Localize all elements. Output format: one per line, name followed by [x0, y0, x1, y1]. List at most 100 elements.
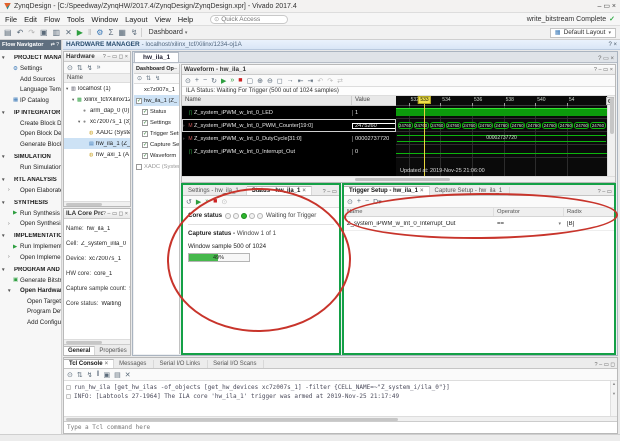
hardware-tree-item[interactable]: ◍ XADC (Syste	[64, 127, 130, 138]
toolbar-icon[interactable]: ■	[238, 77, 242, 84]
toolbar-icon[interactable]: ▤	[4, 28, 12, 37]
toolbar-icon[interactable]: ⇄	[337, 77, 343, 85]
panel-tab[interactable]: Serial I/O Links	[154, 360, 209, 368]
toolbar-icon[interactable]: ✕	[125, 371, 131, 379]
flow-nav-item[interactable]: ▾ SYNTHESIS	[0, 198, 61, 209]
column-radix[interactable]: Radix	[564, 208, 620, 216]
panel-tab[interactable]: Messages	[114, 360, 155, 368]
hardware-tree-item[interactable]: ◍ hw_axi_1 (A	[64, 149, 130, 160]
menu-item[interactable]: File	[5, 15, 17, 24]
toolbar-icon[interactable]: ▤	[114, 371, 121, 379]
dashboard-option-item[interactable]: ✓ hw_ila_1 (Z_	[134, 95, 179, 106]
horizontal-scrollbar[interactable]	[64, 339, 130, 344]
column-name[interactable]: Name	[344, 208, 494, 216]
flow-nav-item[interactable]: ▾ Open Hardware Manager	[0, 286, 61, 297]
toolbar-icon[interactable]: ⊙	[185, 77, 191, 85]
toolbar-icon[interactable]: ↶	[317, 77, 323, 85]
panel-tab[interactable]: Settings - hw_ila_1	[183, 187, 247, 195]
flow-nav-item[interactable]: Create Block Design	[0, 118, 61, 129]
flow-nav-item[interactable]: Add Configuration Memory Device	[0, 317, 61, 328]
toolbar-icon[interactable]: ⊙	[347, 198, 353, 206]
close-icon[interactable]: ×	[302, 188, 306, 194]
toolbar-icon[interactable]: ▦	[118, 28, 126, 37]
panel-controls[interactable]: ? – ▭ ◻ ×	[103, 211, 128, 217]
vertical-scrollbar[interactable]: ⚙	[606, 96, 615, 176]
panel-header-icons[interactable]: ⇄ ?	[51, 42, 59, 48]
panel-controls[interactable]: ? – ▭ ×	[594, 67, 613, 73]
flow-nav-item[interactable]: ▣ Generate Bitstream	[0, 275, 61, 286]
panel-tab[interactable]: Tcl Console ×	[64, 359, 115, 368]
toolbar-icon[interactable]: +	[195, 77, 199, 84]
flow-nav-item[interactable]: ▾ IP INTEGRATOR	[0, 108, 61, 119]
toolbar-icon[interactable]: ↷	[28, 28, 35, 37]
toolbar-icon[interactable]: ✕	[65, 28, 72, 37]
toolbar-icon[interactable]: ↶	[17, 28, 24, 37]
flow-nav-item[interactable]: ▶ Run Synthesis	[0, 208, 61, 219]
horizontal-scrollbar[interactable]	[64, 416, 617, 421]
toolbar-icon[interactable]: ↷	[327, 77, 333, 85]
toolbar-icon[interactable]: »	[230, 77, 234, 84]
toolbar-icon[interactable]: ⊙	[67, 64, 73, 72]
value-column-header[interactable]: Value	[352, 96, 396, 105]
quick-access-input[interactable]	[221, 15, 282, 23]
toolbar-icon[interactable]: ■	[213, 198, 217, 205]
toolbar-icon[interactable]: ▣	[104, 371, 111, 379]
checkbox[interactable]: ✓	[142, 108, 148, 115]
hardware-tree-item[interactable]: ▤ hw_ila_1 (Z_	[64, 138, 130, 149]
hardware-tree-item[interactable]: ▾ ● xc7z007s_1 (3)	[64, 116, 130, 127]
checkbox[interactable]	[136, 163, 142, 170]
menu-item[interactable]: Layout	[125, 15, 148, 24]
toolbar-icon[interactable]: ⚙	[96, 28, 103, 37]
tcl-command-input[interactable]	[67, 424, 614, 431]
menu-item[interactable]: Help	[178, 15, 193, 24]
flow-nav-item[interactable]: Open Block Design	[0, 129, 61, 140]
banner-controls[interactable]: ? ×	[608, 42, 617, 48]
close-icon[interactable]: ×	[105, 361, 109, 367]
dashboard-option-item[interactable]: XADC (System Monitor)	[134, 161, 179, 172]
toolbar-icon[interactable]: ↯	[155, 75, 160, 82]
flow-nav-item[interactable]: ▾ PROGRAM AND DEBUG	[0, 265, 61, 276]
toolbar-icon[interactable]: ◻	[277, 77, 283, 85]
toolbar-icon[interactable]: ↯	[131, 28, 138, 37]
hardware-tree-item[interactable]: ▾ ▩ xilinx_tcf/Xilinx/12...	[64, 94, 130, 105]
waveform-plot[interactable]: 532 534 536 538 540 54 24760 24760 24760 24760 24…	[396, 96, 607, 176]
menu-item[interactable]: Window	[91, 15, 118, 24]
toolbar-icon[interactable]: ‖	[88, 28, 91, 37]
flow-nav-item[interactable]: ▶ Run Implementation	[0, 242, 61, 253]
signal-row[interactable]: › M Z_system_iPWM_w_Int_0_PWM_Counter[19…	[182, 119, 396, 132]
toolbar-icon[interactable]: ▶	[77, 28, 83, 37]
radix-select[interactable]: [B] ▾	[564, 221, 620, 227]
checkbox[interactable]: ✓	[142, 152, 148, 159]
line-marker-icon[interactable]	[66, 394, 71, 399]
checkbox[interactable]: ✓	[142, 130, 148, 137]
dashboard-tab[interactable]: hw_ila_1	[134, 52, 180, 62]
window-controls[interactable]: – ▭ ×	[598, 2, 616, 10]
signal-row[interactable]: › M Z_system_iPWM_w_Int_0_DutyCycle[31:0…	[182, 132, 396, 145]
vertical-scrollbar[interactable]: ▲ ▼	[610, 381, 617, 416]
toolbar-icon[interactable]: ▣	[40, 28, 48, 37]
hardware-tree-item[interactable]: ▾ ▥ localhost (1)	[64, 83, 130, 94]
panel-tab[interactable]: Properties	[95, 347, 130, 355]
flow-nav-item[interactable]: ▾ RTL ANALYSIS	[0, 175, 61, 186]
toolbar-icon[interactable]: ↯	[87, 64, 93, 72]
flow-nav-item[interactable]: Generate Block Design	[0, 139, 61, 150]
menu-item[interactable]: View	[155, 15, 171, 24]
checkbox[interactable]: ✓	[136, 97, 142, 104]
flow-nav-item[interactable]: › Open Elaborated Design	[0, 185, 61, 196]
panel-tab[interactable]: Serial I/O Scans	[208, 360, 265, 368]
dashboard-option-item[interactable]: ✓ Trigger Setup	[134, 128, 179, 139]
signal-row[interactable]: ∏ Z_system_iPWM_w_Int_0_Interrupt_Out 0	[182, 145, 396, 158]
toolbar-icon[interactable]: →	[287, 77, 294, 84]
dashboard-dropdown[interactable]: Dashboard ▾	[149, 29, 188, 36]
toolbar-icon[interactable]: Σ	[108, 28, 113, 37]
line-marker-icon[interactable]	[66, 385, 71, 390]
toolbar-icon[interactable]: ⊙	[137, 75, 142, 82]
toolbar-icon[interactable]: ↺	[186, 198, 192, 206]
menu-item[interactable]: Flow	[44, 15, 60, 24]
flow-nav-item[interactable]: Run Simulation	[0, 162, 61, 173]
toolbar-icon[interactable]: ⇅	[77, 371, 83, 379]
panel-tab[interactable]: General	[64, 346, 96, 355]
flow-nav-item[interactable]: Program Device	[0, 307, 61, 318]
toolbar-icon[interactable]: ▶	[196, 198, 201, 206]
panel-tab[interactable]: Trigger Setup - hw_ila_1 ×	[344, 186, 430, 195]
